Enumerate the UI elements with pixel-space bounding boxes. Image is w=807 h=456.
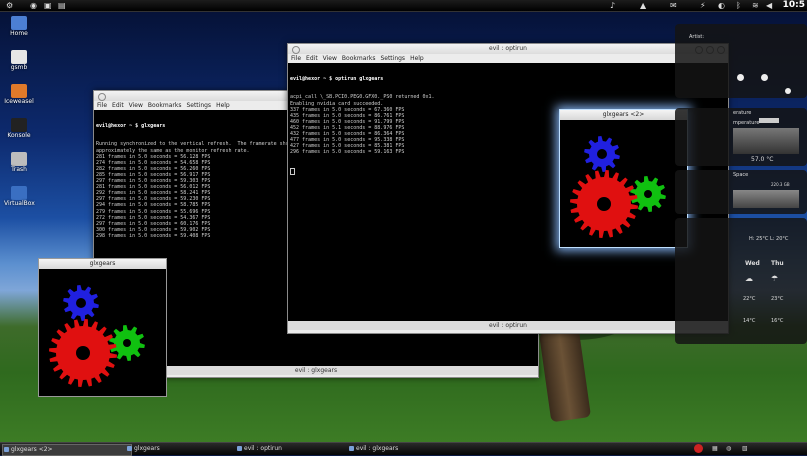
taskbar: glxgears <2> glxgears evil : optirun evil :… — [0, 442, 807, 456]
tray-icon[interactable]: ⚡ — [700, 1, 706, 10]
tray-icon[interactable]: ♪ — [610, 1, 615, 10]
menu-edit[interactable]: Edit — [306, 55, 318, 62]
gear-hole — [597, 149, 607, 159]
virtualbox-icon — [11, 186, 27, 200]
temperature-bar — [759, 118, 779, 123]
app-icon — [4, 447, 9, 452]
tray-icon[interactable]: ◐ — [718, 1, 725, 10]
gear-hole — [123, 339, 131, 347]
next-button[interactable] — [761, 74, 768, 81]
gear-hole — [644, 190, 652, 198]
terminal-icon — [11, 118, 27, 132]
top-panel: ⚙ ◉ ▣ ▤ ♪ ▲ ✉ ⚡ ◐ ᛒ ≋ ◀ 10:5 — [0, 0, 807, 12]
network-icon[interactable]: ≋ — [752, 1, 759, 10]
menu-settings[interactable]: Settings — [186, 102, 211, 109]
tree — [538, 327, 592, 423]
tray-icon[interactable]: ▦ — [712, 445, 718, 452]
window-menu-icon[interactable] — [98, 93, 106, 101]
stop-button[interactable] — [737, 74, 744, 81]
terminal-launcher-icon[interactable]: ▣ — [44, 1, 52, 10]
taskbar-item[interactable]: glxgears — [126, 444, 242, 454]
desktop-icon-label: Trash — [11, 166, 27, 173]
app-icon — [349, 446, 354, 451]
menu-file[interactable]: File — [291, 55, 301, 62]
menu-settings[interactable]: Settings — [380, 55, 405, 62]
tray-icon[interactable]: ✉ — [670, 1, 677, 10]
temperature-graph — [733, 128, 799, 154]
app-icon — [127, 446, 132, 451]
tray-icon[interactable]: ▧ — [742, 445, 748, 452]
window-menu-icon[interactable] — [292, 46, 300, 54]
gear-hole — [597, 197, 611, 211]
taskbar-item[interactable]: evil : optirun — [236, 444, 354, 454]
glxgears-window[interactable]: glxgears — [38, 258, 167, 397]
desktop-icon-label: Iceweasel — [4, 98, 34, 105]
menu-bookmarks[interactable]: Bookmarks — [148, 102, 182, 109]
gear-hole — [76, 298, 86, 308]
trash-icon — [11, 152, 27, 166]
disk-space-widget: Space 220.3 GB — [675, 170, 807, 214]
volume-icon[interactable]: ◀ — [766, 1, 772, 10]
clock[interactable]: 10:5 — [783, 0, 805, 11]
tray-icon[interactable]: ▲ — [640, 1, 646, 10]
terminal-cursor — [290, 167, 295, 175]
gears-render — [49, 285, 145, 387]
cloud-icon: ☁ — [745, 274, 753, 283]
widget-sidebar: Artist: erature mperature 57.0 °C Space … — [675, 24, 807, 346]
taskbar-item[interactable]: evil : glxgears — [348, 444, 466, 454]
files-launcher-icon[interactable]: ▤ — [58, 1, 66, 10]
desktop-icon-label: gsmb — [10, 64, 28, 71]
window-titlebar[interactable]: glxgears <2> — [560, 110, 687, 120]
desktop-icon-home[interactable]: Home — [4, 16, 34, 38]
home-folder-icon — [11, 16, 27, 30]
taskbar-item-label: glxgears — [134, 445, 160, 452]
kde-menu-icon[interactable]: ⚙ — [6, 1, 13, 10]
document-icon — [11, 50, 27, 64]
window-titlebar[interactable]: evil : optirun — [288, 44, 728, 54]
app-icon — [237, 446, 242, 451]
menu-view[interactable]: View — [129, 102, 143, 109]
browser-icon — [11, 84, 27, 98]
menu-edit[interactable]: Edit — [112, 102, 124, 109]
taskbar-item[interactable]: glxgears <2> — [2, 444, 132, 456]
temperature-widget: erature mperature 57.0 °C — [675, 108, 807, 166]
taskbar-item-label: evil : optirun — [244, 445, 282, 452]
desktop-icon-virtualbox[interactable]: VirtualBox — [4, 186, 35, 208]
taskbar-item-label: glxgears <2> — [11, 446, 53, 453]
menu-file[interactable]: File — [97, 102, 107, 109]
window-titlebar[interactable]: glxgears — [39, 259, 166, 269]
desktop-icon-gsmb[interactable]: gsmb — [4, 50, 34, 72]
desktop-icon-label: VirtualBox — [4, 200, 35, 207]
rain-icon: ☂ — [771, 274, 779, 283]
bluetooth-icon[interactable]: ᛒ — [736, 1, 741, 10]
menu-help[interactable]: Help — [216, 102, 230, 109]
volume-slider[interactable] — [785, 88, 791, 94]
terminal-tab[interactable]: evil : optirun — [288, 321, 728, 330]
desktop-icon-label: Home — [10, 30, 28, 37]
desktop-icon-label: Konsole — [7, 132, 31, 139]
power-icon[interactable] — [694, 444, 703, 453]
menu-bookmarks[interactable]: Bookmarks — [342, 55, 376, 62]
weather-widget: H: 25°C L: 20°C Wed Thu ☁ ☂ 22°C 23°C 14… — [675, 218, 807, 344]
desktop-icon-iceweasel[interactable]: Iceweasel — [4, 84, 34, 106]
tray-icon[interactable]: ◍ — [726, 445, 731, 452]
glxgears-window-2[interactable]: glxgears <2> — [559, 109, 688, 248]
menu-bar: File Edit View Bookmarks Settings Help — [288, 54, 728, 63]
desktop-icon-konsole[interactable]: Konsole — [4, 118, 34, 140]
desktop-icon-trash[interactable]: Trash — [4, 152, 34, 174]
terminal-prompt: evil@hexor ~ $ optirun glxgears — [290, 76, 384, 83]
menu-view[interactable]: View — [323, 55, 337, 62]
media-player-widget[interactable]: Artist: — [675, 24, 807, 98]
gear-hole — [76, 346, 90, 360]
taskbar-item-label: evil : glxgears — [356, 445, 399, 452]
disk-graph — [733, 190, 799, 208]
gears-render — [570, 136, 666, 238]
menu-help[interactable]: Help — [410, 55, 424, 62]
browser-launcher-icon[interactable]: ◉ — [30, 1, 37, 10]
